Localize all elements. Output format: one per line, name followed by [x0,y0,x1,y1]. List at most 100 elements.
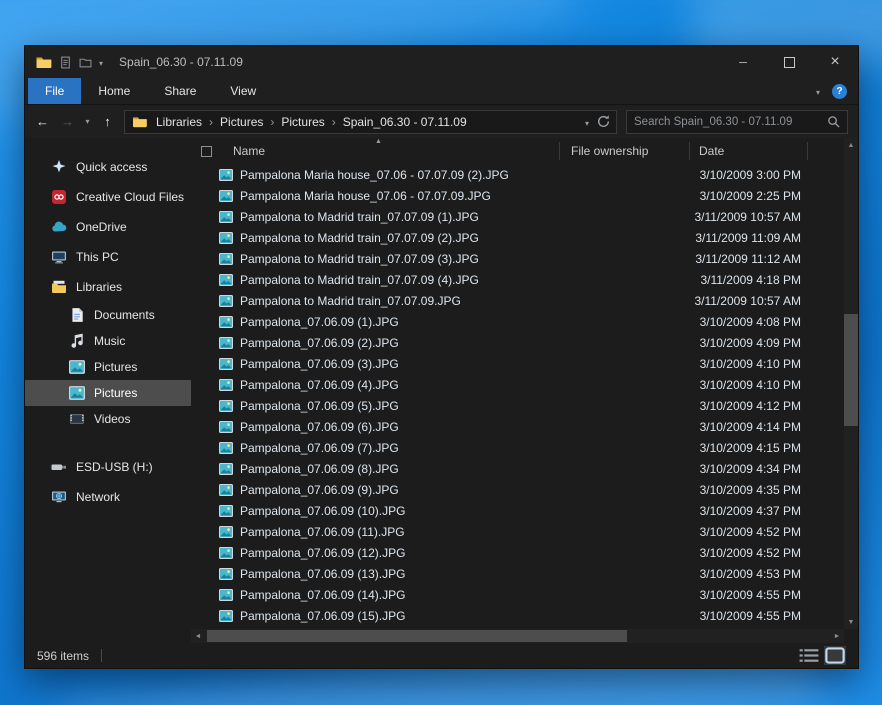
file-row[interactable]: Pampalona to Madrid train_07.07.09 (1).J… [191,206,844,227]
file-name: Pampalona_07.06.09 (13).JPG [240,567,405,581]
file-row[interactable]: Pampalona_07.06.09 (2).JPG 3/10/2009 4:0… [191,332,844,353]
maximize-button[interactable] [766,46,812,78]
sidebar-item-music[interactable]: Music [25,328,191,354]
scroll-left-arrow-icon[interactable] [191,629,205,643]
file-row[interactable]: Pampalona_07.06.09 (15).JPG 3/10/2009 4:… [191,605,844,626]
search-icon[interactable] [827,115,840,128]
breadcrumb-segment[interactable]: Pictures [216,115,277,129]
file-name: Pampalona to Madrid train_07.07.09 (3).J… [240,252,479,266]
sidebar-item-network[interactable]: Network [25,482,191,512]
ribbon-tab-view[interactable]: View [213,78,273,104]
file-row[interactable]: Pampalona_07.06.09 (13).JPG 3/10/2009 4:… [191,563,844,584]
file-row[interactable]: Pampalona_07.06.09 (12).JPG 3/10/2009 4:… [191,542,844,563]
up-button[interactable] [96,110,119,134]
sidebar-item-icon [51,279,67,295]
sidebar-item-creative-cloud-files[interactable]: Creative Cloud Files [25,182,191,212]
ribbon-tab-file[interactable]: File [28,78,81,104]
qat-new-folder-icon[interactable] [79,56,92,69]
back-button[interactable] [31,110,54,134]
file-row[interactable]: Pampalona to Madrid train_07.07.09 (2).J… [191,227,844,248]
search-placeholder: Search Spain_06.30 - 07.11.09 [634,116,827,128]
sidebar-item-videos[interactable]: Videos [25,406,191,432]
location-folder-icon [132,115,147,128]
desktop-background: Spain_06.30 - 07.11.09 File Home [0,0,882,705]
minimize-button[interactable] [720,46,766,78]
file-row[interactable]: Pampalona Maria house_07.06 - 07.07.09 (… [191,164,844,185]
view-toggle-buttons [798,646,846,665]
file-row[interactable]: Pampalona_07.06.09 (11).JPG 3/10/2009 4:… [191,521,844,542]
sidebar-item-icon [51,459,67,475]
column-divider[interactable] [689,142,690,160]
ribbon-tabs: File Home Share View [28,78,273,104]
sidebar-item-quick-access[interactable]: Quick access [25,152,191,182]
large-icons-view-button[interactable] [824,646,846,665]
file-name: Pampalona_07.06.09 (6).JPG [240,420,399,434]
file-row[interactable]: Pampalona to Madrid train_07.07.09 (4).J… [191,269,844,290]
column-header-name[interactable]: Name [233,144,265,158]
file-row[interactable]: Pampalona_07.06.09 (4).JPG 3/10/2009 4:1… [191,374,844,395]
file-row[interactable]: Pampalona_07.06.09 (5).JPG 3/10/2009 4:1… [191,395,844,416]
address-dropdown-chevron-icon[interactable] [581,115,593,129]
ribbon-tab-home[interactable]: Home [81,78,147,104]
ribbon-tab-share[interactable]: Share [147,78,213,104]
help-icon[interactable] [832,84,847,99]
file-date: 3/11/2009 11:09 AM [689,231,801,245]
ribbon-tab-label: View [230,84,256,98]
file-row[interactable]: Pampalona_07.06.09 (7).JPG 3/10/2009 4:1… [191,437,844,458]
select-all-checkbox[interactable] [201,146,212,157]
recent-locations-chevron-icon[interactable] [81,110,94,134]
horizontal-scrollbar[interactable] [191,629,844,643]
breadcrumb-segment[interactable]: Spain_06.30 - 07.11.09 [339,115,471,129]
file-row[interactable]: Pampalona_07.06.09 (6).JPG 3/10/2009 4:1… [191,416,844,437]
file-row[interactable]: Pampalona_07.06.09 (14).JPG 3/10/2009 4:… [191,584,844,605]
sidebar-item-libraries[interactable]: Libraries [25,272,191,302]
close-button[interactable] [812,46,858,78]
scroll-down-arrow-icon[interactable] [844,615,858,629]
sidebar-item-label: Music [94,334,125,348]
sidebar-item-onedrive[interactable]: OneDrive [25,212,191,242]
sidebar-item-esd-usb-h[interactable]: ESD-USB (H:) [25,452,191,482]
qat-customize-chevron-icon[interactable] [99,55,103,69]
file-row[interactable]: Pampalona_07.06.09 (1).JPG 3/10/2009 4:0… [191,311,844,332]
file-row[interactable]: Pampalona to Madrid train_07.07.09.JPG 3… [191,290,844,311]
address-bar[interactable]: Libraries Pictures Pictures [124,110,617,134]
refresh-icon[interactable] [596,114,611,129]
column-header-file-ownership[interactable]: File ownership [571,144,648,158]
sidebar-item-pictures[interactable]: Pictures [25,354,191,380]
horizontal-scrollbar-thumb[interactable] [207,630,627,642]
breadcrumb-segment[interactable]: Libraries [152,115,216,129]
file-date: 3/10/2009 4:09 PM [689,336,801,350]
file-row[interactable]: Pampalona to Madrid train_07.07.09 (3).J… [191,248,844,269]
scroll-up-arrow-icon[interactable] [844,138,858,152]
image-file-icon [219,610,233,622]
file-explorer-window: Spain_06.30 - 07.11.09 File Home [24,45,859,669]
column-divider[interactable] [559,142,560,160]
file-row[interactable]: Pampalona_07.06.09 (10).JPG 3/10/2009 4:… [191,500,844,521]
column-header-date[interactable]: Date [699,144,724,158]
qat-properties-icon[interactable] [59,56,72,69]
titlebar[interactable]: Spain_06.30 - 07.11.09 [25,46,858,78]
details-view-button[interactable] [798,646,820,665]
file-name: Pampalona Maria house_07.06 - 07.07.09 (… [240,168,509,182]
file-row[interactable]: Pampalona Maria house_07.06 - 07.07.09.J… [191,185,844,206]
sidebar-item-documents[interactable]: Documents [25,302,191,328]
status-bar: 596 items [25,643,858,668]
horizontal-scrollbar-track[interactable] [205,629,830,643]
expand-ribbon-chevron-icon[interactable] [816,84,820,98]
sidebar-item-icon [69,411,85,427]
file-row[interactable]: Pampalona_07.06.09 (3).JPG 3/10/2009 4:1… [191,353,844,374]
file-date: 3/10/2009 4:10 PM [689,357,801,371]
breadcrumb-segment[interactable]: Pictures [277,115,338,129]
forward-button[interactable] [56,110,79,134]
file-name: Pampalona Maria house_07.06 - 07.07.09.J… [240,189,491,203]
vertical-scrollbar-thumb[interactable] [844,314,858,426]
file-row[interactable]: Pampalona_07.06.09 (9).JPG 3/10/2009 4:3… [191,479,844,500]
sidebar-item-this-pc[interactable]: This PC [25,242,191,272]
sidebar-item-pictures[interactable]: Pictures [25,380,191,406]
search-box[interactable]: Search Spain_06.30 - 07.11.09 [626,110,848,134]
horizontal-scrollbar-row [25,629,858,643]
vertical-scrollbar[interactable] [844,138,858,629]
scroll-right-arrow-icon[interactable] [830,629,844,643]
file-row[interactable]: Pampalona_07.06.09 (8).JPG 3/10/2009 4:3… [191,458,844,479]
column-divider[interactable] [807,142,808,160]
